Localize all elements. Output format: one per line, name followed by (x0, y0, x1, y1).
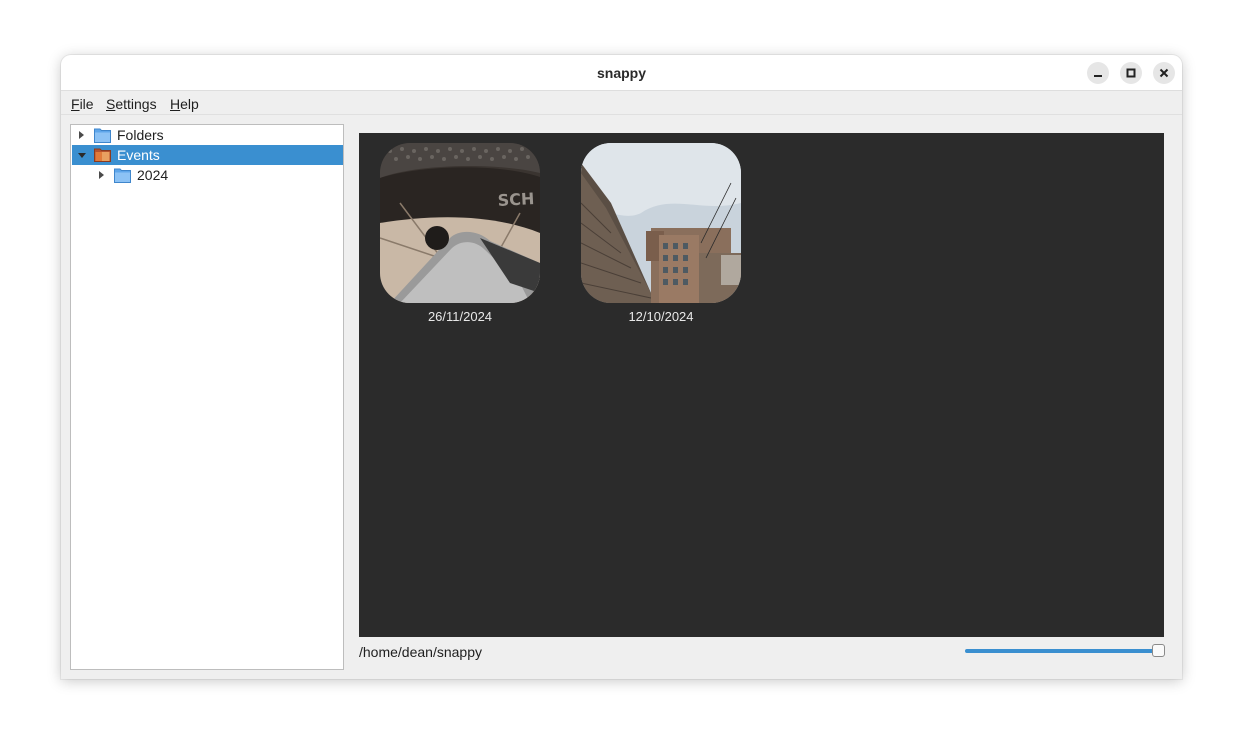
tree-item-label: Folders (117, 127, 164, 143)
folder-icon (94, 128, 111, 143)
tree-item-2024[interactable]: 2024 (72, 165, 343, 185)
collapse-arrow-icon[interactable] (78, 153, 86, 158)
tree-item-folders[interactable]: Folders (72, 125, 343, 145)
photo-thumbnail: SCH (380, 143, 540, 303)
maximize-icon (1126, 68, 1136, 78)
thumbnail-bicycle[interactable]: SCH (380, 143, 540, 303)
close-button[interactable] (1153, 62, 1175, 84)
menu-help[interactable]: Help (170, 96, 199, 112)
svg-text:SCH: SCH (497, 189, 535, 210)
maximize-button[interactable] (1120, 62, 1142, 84)
minimize-icon (1094, 75, 1102, 77)
title-bar[interactable]: snappy (61, 55, 1182, 91)
event-folder-icon (94, 148, 111, 162)
tree-item-label: Events (117, 147, 160, 163)
photo-gallery[interactable]: SCH 26/11/2024 12/10/2024 (359, 133, 1164, 637)
expand-arrow-icon[interactable] (99, 171, 104, 179)
thumbnail-caption: 12/10/2024 (628, 309, 694, 324)
expand-arrow-icon[interactable] (79, 131, 84, 139)
menu-settings[interactable]: Settings (106, 96, 157, 112)
menu-file[interactable]: File (71, 96, 94, 112)
thumbnail-building[interactable] (581, 143, 741, 303)
folder-icon (114, 168, 131, 183)
current-path: /home/dean/snappy (359, 644, 482, 660)
minimize-button[interactable] (1087, 62, 1109, 84)
thumbnail-caption: 26/11/2024 (427, 309, 493, 324)
folder-tree[interactable]: Folders Events 2024 (70, 124, 344, 670)
slider-track[interactable] (965, 649, 1157, 653)
window-title: snappy (596, 65, 646, 81)
slider-handle[interactable] (1152, 644, 1165, 657)
tree-item-events[interactable]: Events (72, 145, 343, 165)
tree-item-label: 2024 (137, 167, 169, 183)
photo-thumbnail (581, 143, 741, 303)
menu-bar: File Settings Help (61, 92, 1182, 115)
close-icon (1159, 68, 1169, 78)
app-window: snappy File Settings Help Folders Events… (61, 55, 1182, 679)
zoom-slider[interactable] (964, 644, 1165, 658)
